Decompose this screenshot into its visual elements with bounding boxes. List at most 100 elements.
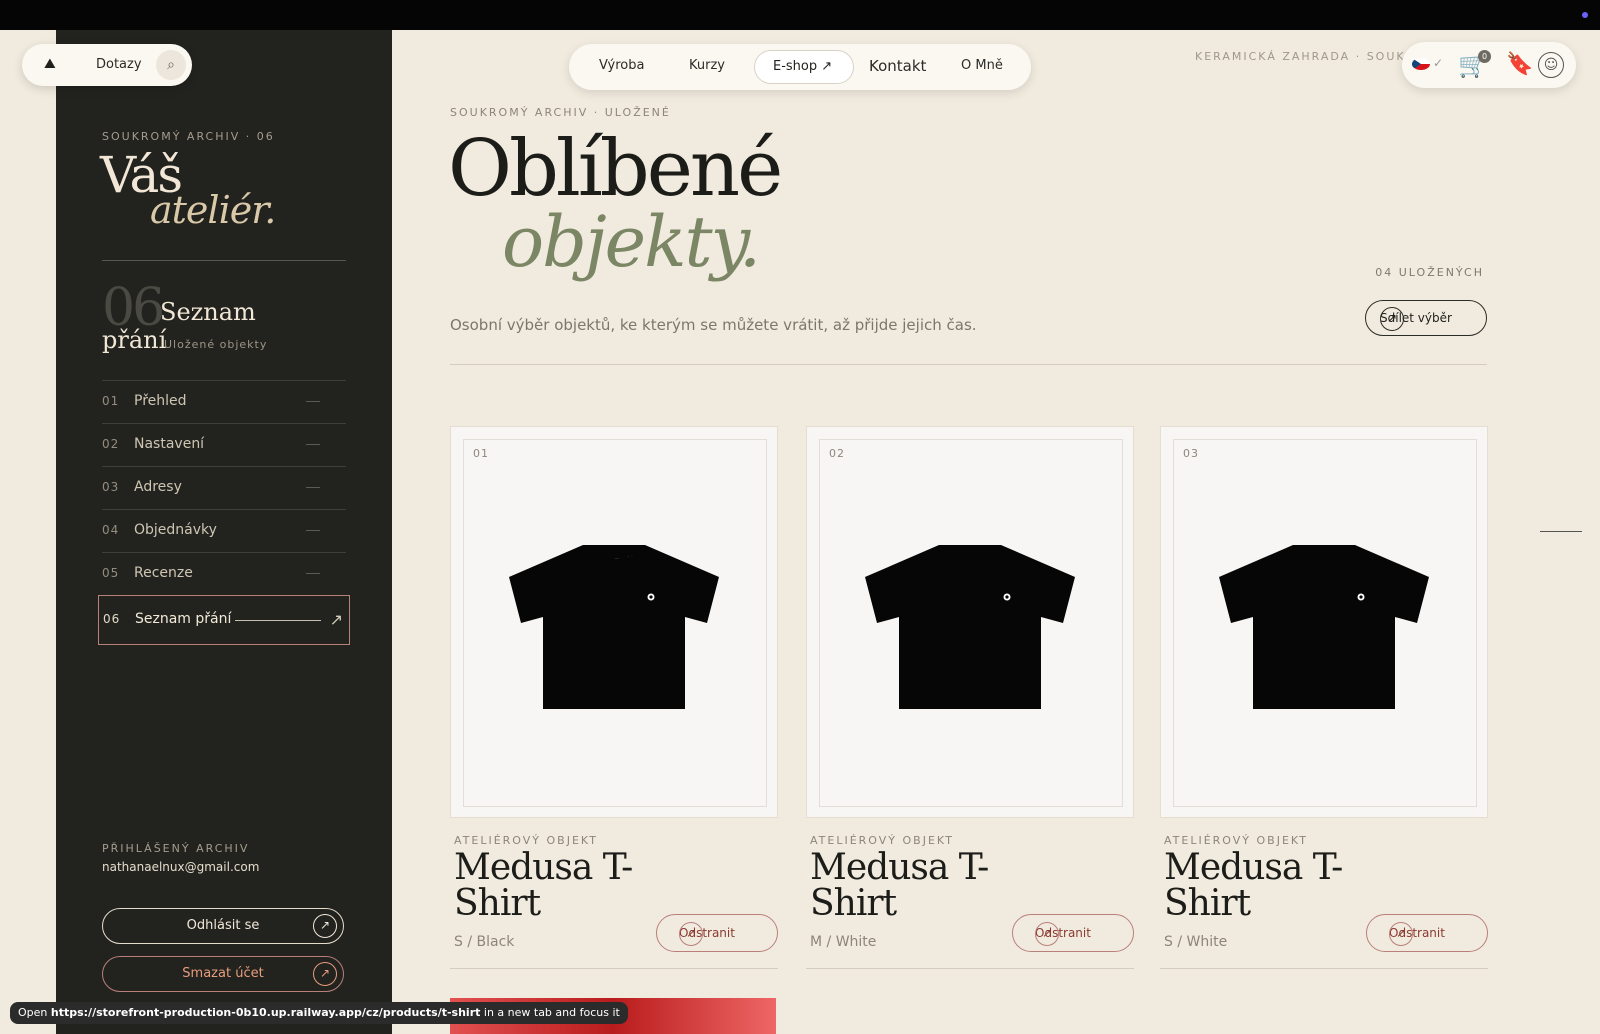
- arrow-up-right-icon: ↗: [313, 914, 337, 938]
- sidebar-eyebrow: SOUKROMÝ ARCHIV · 06: [102, 130, 275, 143]
- item-label: Nastavení: [134, 436, 205, 452]
- card-category: ATELIÉROVÝ OBJEKT: [454, 834, 598, 847]
- share-button[interactable]: Sdílet výběr ↗: [1365, 300, 1487, 336]
- product-card: 02 ATELIÉROVÝ OBJEKT Medusa T-Shirt M / …: [806, 426, 1134, 969]
- account-label: PŘIHLÁŠENÝ ARCHIV: [102, 842, 250, 855]
- sidebar-item-seznam-prani[interactable]: 06 Seznam přání ↗: [98, 595, 350, 645]
- arrow-up-right-icon: ↗: [1035, 922, 1059, 946]
- section-title: Seznam: [160, 298, 256, 326]
- card-variant: M / White: [810, 934, 877, 950]
- nav-o-mne[interactable]: O Mně: [961, 58, 1003, 73]
- sidebar-item-recenze[interactable]: 05 Recenze: [102, 552, 346, 595]
- card-title[interactable]: Medusa T-Shirt: [810, 850, 1030, 922]
- product-card: 03 ATELIÉROVÝ OBJEKT Medusa T-Shirt S / …: [1160, 426, 1488, 969]
- arrow-up-right-icon: ↗: [1389, 922, 1413, 946]
- tshirt-icon: [509, 545, 719, 709]
- card-category: ATELIÉROVÝ OBJEKT: [810, 834, 954, 847]
- section-title-2: přání: [102, 326, 167, 354]
- item-number: 01: [102, 394, 120, 408]
- product-image[interactable]: 02: [806, 426, 1134, 818]
- card-index: 01: [473, 447, 489, 460]
- divider: [450, 968, 778, 969]
- tshirt-icon: [1219, 545, 1429, 709]
- arrow-up-right-icon: ↗: [329, 610, 343, 629]
- section-subtitle: Uložené objekty: [164, 338, 268, 351]
- czech-flag-icon[interactable]: [1412, 58, 1430, 70]
- item-label: Adresy: [134, 479, 182, 495]
- dash-icon: [306, 444, 320, 445]
- sidebar-item-objednavky[interactable]: 04 Objednávky: [102, 509, 346, 552]
- nav-eshop[interactable]: E-shop ↗: [754, 50, 854, 84]
- top-breadcrumb: KERAMICKÁ ZAHRADA · SOUKRO: [1195, 50, 1426, 63]
- tooltip-prefix: Open: [18, 1006, 51, 1019]
- product-card: 01 ATELIÉROVÝ OBJEKT Medusa T-Shirt S / …: [450, 426, 778, 969]
- tooltip-url: https://storefront-production-0b10.up.ra…: [50, 1006, 481, 1019]
- mountain-icon[interactable]: ⛰: [44, 56, 56, 72]
- scroll-indicator: [1540, 531, 1582, 532]
- card-index: 03: [1183, 447, 1199, 460]
- user-icon[interactable]: ☺: [1538, 52, 1564, 78]
- main-eyebrow: SOUKROMÝ ARCHIV · ULOŽENÉ: [450, 106, 671, 119]
- sidebar-item-nastaveni[interactable]: 02 Nastavení: [102, 423, 346, 466]
- delete-label: Smazat účet: [182, 966, 264, 981]
- nav-kurzy[interactable]: Kurzy: [689, 58, 725, 73]
- remove-button[interactable]: Odstranit ↗: [1366, 914, 1488, 952]
- sidebar: SOUKROMÝ ARCHIV · 06 Váš ateliér. 06 Sez…: [56, 30, 392, 1034]
- product-image[interactable]: 01: [450, 426, 778, 818]
- item-number: 02: [102, 437, 120, 451]
- nav-eshop-label: E-shop ↗: [773, 59, 833, 74]
- chevron-down-icon: ✓: [1433, 56, 1444, 70]
- logout-button[interactable]: Odhlásit se ↗: [102, 908, 344, 944]
- card-variant: S / Black: [454, 934, 515, 950]
- divider: [450, 364, 1487, 365]
- divider: [806, 968, 1134, 969]
- product-image[interactable]: 03: [1160, 426, 1488, 818]
- tshirt-icon: [865, 545, 1075, 709]
- dash-icon: [306, 401, 320, 402]
- system-topbar: [0, 0, 1600, 30]
- item-label: Recenze: [134, 565, 193, 581]
- divider: [1160, 968, 1488, 969]
- status-dot: [1582, 12, 1588, 18]
- divider: [102, 260, 346, 261]
- item-number: 06: [103, 612, 121, 626]
- main-nav: Výroba Kurzy E-shop ↗ Kontakt O Mně: [569, 44, 1031, 90]
- lead-text: Osobní výběr objektů, ke kterým se můžet…: [450, 316, 977, 334]
- remove-button[interactable]: Odstranit ↗: [656, 914, 778, 952]
- dash-icon: [306, 573, 320, 574]
- tooltip-suffix: in a new tab and focus it: [480, 1006, 620, 1019]
- item-label: Seznam přání: [135, 611, 232, 627]
- card-category: ATELIÉROVÝ OBJEKT: [1164, 834, 1308, 847]
- page-title-italic: objekty.: [502, 201, 761, 283]
- card-index: 02: [829, 447, 845, 460]
- dash-icon: [306, 487, 320, 488]
- sidebar-nav: 01 Přehled 02 Nastavení 03 Adresy 04 Obj…: [98, 380, 350, 645]
- utility-pill: ✓ 🛒 0 🔖 ☺: [1402, 42, 1576, 88]
- active-line: [235, 620, 321, 621]
- item-number: 05: [102, 566, 120, 580]
- dash-icon: [306, 530, 320, 531]
- nav-vyroba[interactable]: Výroba: [599, 58, 644, 73]
- item-label: Objednávky: [134, 522, 217, 538]
- cart-badge: 0: [1478, 50, 1491, 63]
- logout-label: Odhlásit se: [186, 918, 260, 933]
- bookmark-icon[interactable]: 🔖: [1506, 52, 1533, 77]
- item-number: 04: [102, 523, 120, 537]
- item-label: Přehled: [134, 393, 187, 409]
- arrow-up-right-icon: ↗: [1380, 307, 1404, 331]
- card-title[interactable]: Medusa T-Shirt: [454, 850, 674, 922]
- search-icon[interactable]: ⌕: [156, 50, 186, 80]
- sidebar-title-italic: ateliér.: [150, 188, 276, 232]
- remove-button[interactable]: Odstranit ↗: [1012, 914, 1134, 952]
- item-number: 03: [102, 480, 120, 494]
- sidebar-item-adresy[interactable]: 03 Adresy: [102, 466, 346, 509]
- delete-account-button[interactable]: Smazat účet ↗: [102, 956, 344, 992]
- arrow-up-right-icon: ↗: [313, 962, 337, 986]
- faq-link[interactable]: Dotazy: [96, 57, 142, 72]
- account-email: nathanaelnux@gmail.com: [102, 860, 260, 874]
- nav-kontakt[interactable]: Kontakt: [869, 57, 926, 75]
- saved-count: 04 ULOŽENÝCH: [1375, 266, 1484, 279]
- card-title[interactable]: Medusa T-Shirt: [1164, 850, 1384, 922]
- sidebar-item-prehled[interactable]: 01 Přehled: [102, 380, 346, 423]
- arrow-up-right-icon: ↗: [679, 922, 703, 946]
